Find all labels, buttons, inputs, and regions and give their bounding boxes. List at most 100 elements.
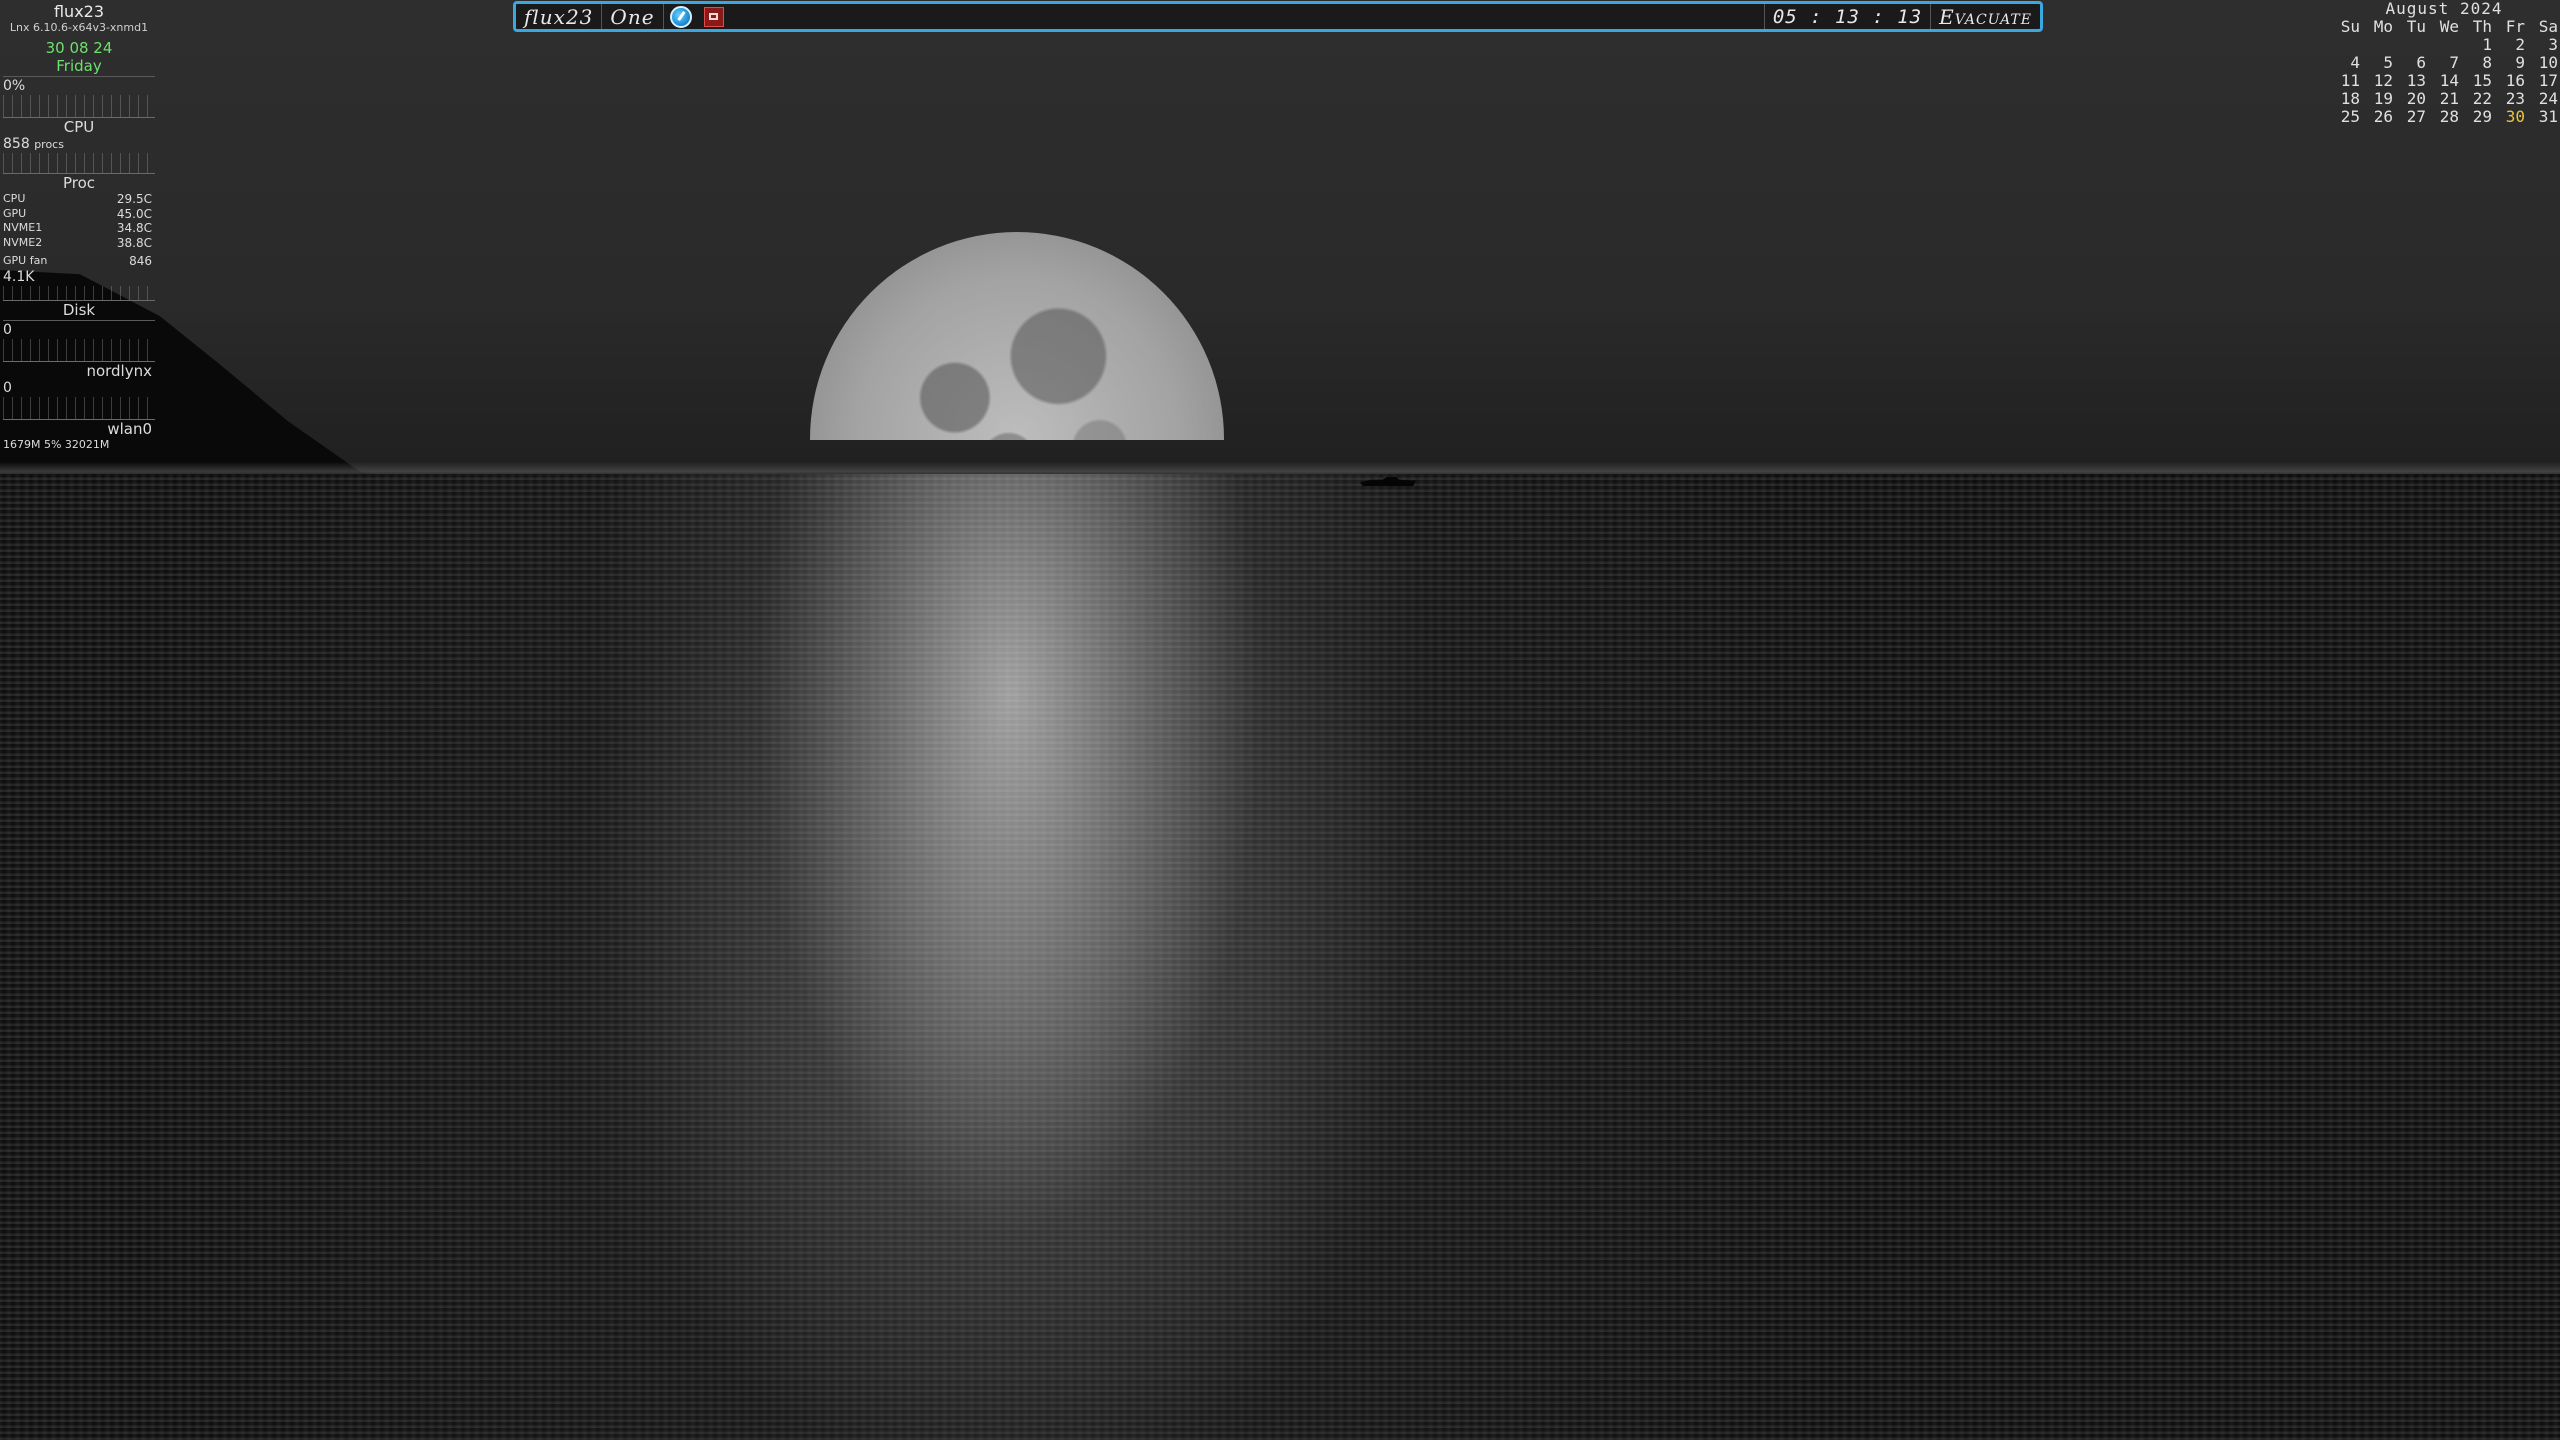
calendar-day: 7 [2449,53,2459,72]
wallpaper-sky [0,0,2560,440]
process-count-value: 858 [3,136,30,152]
desktop-wallpaper: flux23 One 05 : 13 : 13 Evacuate flux23 … [0,0,2560,1440]
logout-button[interactable]: Evacuate [1931,4,2040,29]
calendar-days: 1 2 3 4 5 6 7 8 9 10 11 12 13 14 15 16 17 18 19 20 21 22 23 24 2… [2330,36,2558,126]
calendar-day: 18 [2340,89,2360,108]
calendar-day: 11 [2340,71,2360,90]
sensor-label: NVME2 [3,235,43,249]
calendar-day: 23 [2505,89,2525,108]
sensor-label: NVME1 [3,221,43,234]
calendar-day: 4 [2350,53,2360,72]
sensor-row: NVME2 38.8C [3,236,155,251]
calendar-weekday: Tu [2406,17,2426,36]
memory-footer: 1679M 5% 32021M [3,437,110,451]
kernel-version: Lnx 6.10.6-x64v3-xnmd1 [9,21,149,34]
calendar-day: 29 [2472,107,2492,126]
disk-header: Disk [62,300,96,319]
calendar-day: 12 [2373,71,2393,90]
safari-compass-icon [669,5,692,28]
workspace-label[interactable]: flux23 [516,4,603,29]
calendar-day: 15 [2472,71,2492,90]
divider [3,76,155,77]
process-count: 858 procs [3,136,155,153]
calendar-day: 13 [2406,71,2426,90]
hostname: flux23 [53,2,105,21]
system-monitor-panel: flux23 Lnx 6.10.6-x64v3-xnmd1 30 08 24 F… [3,2,155,451]
calendar-empty-cell [2360,36,2393,54]
app-launcher[interactable] [698,4,730,29]
sensor-value: 846 [129,254,152,268]
calendar-day: 27 [2406,107,2426,126]
sensor-value: 34.8C [116,221,152,235]
calendar-title: August 2024 [2385,0,2503,18]
browser-launcher[interactable] [664,4,698,29]
calendar-day: 22 [2472,89,2492,108]
calendar-day: 28 [2439,107,2459,126]
network-name: nordlynx [86,361,152,380]
network-name: wlan0 [107,419,152,438]
disk-value: 0 [3,321,12,338]
sensor-row: GPU 45.0C [3,207,155,222]
calendar-empty-cell [2393,36,2426,54]
cpu-graph [3,95,155,118]
process-graph [3,153,155,174]
calendar-day: 9 [2515,53,2525,72]
calendar-empty-cell [2327,36,2360,54]
screenshot-app-icon [703,6,724,27]
proc-header: Proc [62,174,96,192]
calendar-day: 14 [2439,71,2459,90]
calendar-weekday: We [2439,17,2459,36]
network-graph [3,396,155,420]
sea-image [0,474,2560,1440]
desktop-switcher[interactable]: One [602,4,664,29]
calendar-day: 17 [2538,71,2558,90]
calendar-widget: August 2024 Su Mo Tu We Th Fr Sa 1 2 3 4 5 6 7 8 9 10 11… [2330,0,2558,126]
sensor-label: CPU [3,192,26,205]
sensor-value: 29.5C [116,192,152,206]
clock[interactable]: 05 : 13 : 13 [1765,4,1932,29]
date-display: 30 08 24 [45,39,113,57]
disk-graph [3,338,155,362]
sensor-label: GPU [3,206,27,220]
calendar-day: 19 [2373,89,2393,108]
taskbar-area [730,4,1765,29]
calendar-day: 20 [2406,89,2426,108]
calendar-day: 1 [2482,35,2492,54]
top-panel: flux23 One 05 : 13 : 13 Evacuate [513,1,2043,32]
calendar-day: 5 [2383,53,2393,72]
calendar-day: 16 [2505,71,2525,90]
cpu-usage: 0% [3,78,26,94]
cpu-header: CPU [63,118,95,136]
calendar-weekday: Sa [2538,17,2558,36]
calendar-day: 10 [2538,53,2558,72]
calendar-weekday: Mo [2373,17,2393,36]
sensor-value: 45.0C [116,206,152,221]
calendar-day: 30 [2505,107,2525,126]
weekday-display: Friday [56,57,102,75]
divider [3,319,155,321]
process-count-label: procs [34,138,64,151]
calendar-day: 25 [2340,107,2360,126]
network-value: 0 [3,379,12,396]
calendar-day: 6 [2416,53,2426,72]
sensor-row: GPU fan 846 [3,254,155,269]
sensor-row: NVME1 34.8C [3,221,155,236]
calendar-weekday: Su [2340,17,2360,36]
calendar-weekday: Th [2472,17,2492,36]
calendar-day: 26 [2373,107,2393,126]
calendar-day: 24 [2538,89,2558,108]
calendar-weekdays: Su Mo Tu We Th Fr Sa [2330,18,2558,36]
calendar-day: 31 [2538,107,2558,126]
calendar-empty-cell [2426,36,2459,54]
memory-graph [3,285,155,301]
calendar-weekday: Fr [2505,17,2525,36]
sensor-value: 38.8C [116,235,152,250]
calendar-day: 3 [2548,35,2558,54]
calendar-day: 2 [2515,35,2525,54]
sensor-label: GPU fan [3,254,48,267]
sensor-row: CPU 29.5C [3,192,155,207]
memory-value: 4.1K [3,268,35,285]
moon-image [810,232,1224,440]
calendar-day: 8 [2482,53,2492,72]
calendar-day: 21 [2439,89,2459,108]
